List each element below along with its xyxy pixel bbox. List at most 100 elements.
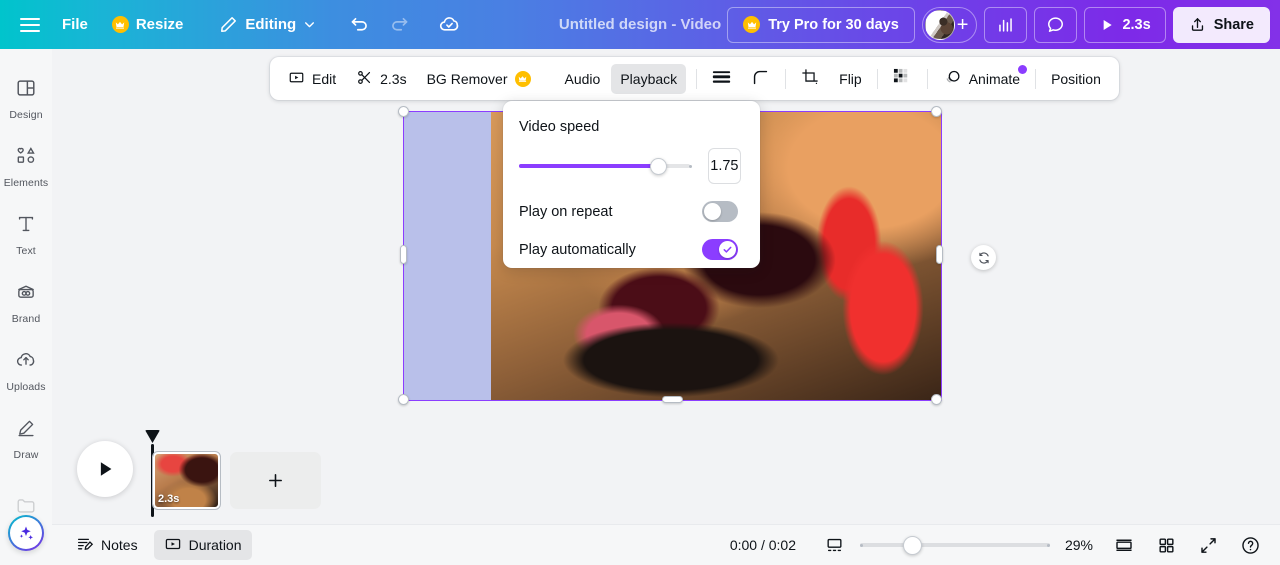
zoom-slider[interactable] xyxy=(860,535,1050,555)
play-automatically-row: Play automatically xyxy=(519,239,741,260)
sidebar-item-brand[interactable]: Brand xyxy=(0,269,52,337)
editing-mode-button[interactable]: Editing xyxy=(207,8,328,42)
resize-handle-top-right[interactable] xyxy=(931,106,942,117)
hamburger-menu-button[interactable] xyxy=(10,8,50,42)
toolbar-divider xyxy=(785,68,787,89)
sidebar-item-elements[interactable]: Elements xyxy=(0,133,52,201)
fullscreen-icon[interactable] xyxy=(1192,530,1224,560)
top-bar-left: File Resize Editing xyxy=(0,7,468,43)
toolbar-playback-button[interactable]: Playback xyxy=(611,63,687,94)
hamburger-icon xyxy=(20,17,40,32)
toolbar-position-button[interactable]: Position xyxy=(1042,64,1110,94)
video-speed-input[interactable]: 1.75 xyxy=(707,148,741,184)
element-toolbar: Edit 2.3s BG Remover Audio Playback Flip… xyxy=(270,57,1119,100)
present-button[interactable]: 2.3s xyxy=(1084,6,1166,43)
toolbar-transparency-button[interactable] xyxy=(703,64,740,94)
play-on-repeat-row: Play on repeat xyxy=(519,201,741,222)
resize-handle-bottom-left[interactable] xyxy=(398,394,409,405)
animate-icon xyxy=(943,68,962,90)
toolbar-divider xyxy=(1035,68,1037,89)
magic-sparkle-icon xyxy=(19,526,33,540)
pen-icon xyxy=(15,417,37,444)
help-icon[interactable] xyxy=(1234,530,1266,560)
toolbar-divider xyxy=(696,68,698,89)
sidebar-item-design[interactable]: Design xyxy=(0,65,52,133)
time-display: 0:00 / 0:02 xyxy=(729,537,796,553)
play-automatically-toggle[interactable] xyxy=(702,239,738,260)
plus-icon: + xyxy=(956,13,969,36)
rotate-icon[interactable] xyxy=(971,245,996,270)
sidebar-item-label: Uploads xyxy=(6,381,46,393)
cloud-upload-icon xyxy=(15,349,37,376)
add-page-button[interactable] xyxy=(230,452,321,509)
single-page-icon[interactable] xyxy=(1108,530,1140,560)
plus-icon xyxy=(269,474,282,487)
left-sidebar: Design Elements Text Brand Uploads Draw xyxy=(0,49,52,565)
resize-button[interactable]: Resize xyxy=(100,8,196,42)
bottom-bar-right: 0:00 / 0:02 29% xyxy=(730,530,1266,560)
cloud-saved-icon[interactable] xyxy=(430,7,468,43)
toolbar-audio-button[interactable]: Audio xyxy=(556,64,610,94)
toolbar-bg-remover-button[interactable]: BG Remover xyxy=(418,64,540,94)
toolbar-playback-label: Playback xyxy=(620,70,678,87)
toolbar-bg-remover-label: BG Remover xyxy=(426,70,508,87)
crown-icon xyxy=(111,16,129,33)
resize-handle-bottom-right[interactable] xyxy=(931,394,942,405)
resize-handle-top-left[interactable] xyxy=(398,106,409,117)
duration-label: Duration xyxy=(188,537,242,553)
crop-icon xyxy=(801,68,819,89)
redo-button[interactable] xyxy=(380,7,418,43)
video-speed-slider-thumb[interactable] xyxy=(649,157,667,175)
toolbar-animate-button[interactable]: Animate xyxy=(934,64,1029,94)
toolbar-crop-button[interactable] xyxy=(792,64,828,94)
grid-view-icon[interactable] xyxy=(1150,530,1182,560)
sidebar-item-label: Elements xyxy=(3,177,49,189)
undo-redo-group xyxy=(340,7,468,43)
duration-button[interactable]: Duration xyxy=(153,530,252,560)
check-icon xyxy=(723,246,732,253)
toolbar-flip-button[interactable]: Flip xyxy=(830,64,871,94)
toolbar-trim-button[interactable]: 2.3s xyxy=(347,64,415,94)
timeline-clip-1[interactable]: 2.3s xyxy=(152,451,221,510)
zoom-slider-thumb[interactable] xyxy=(902,535,922,555)
crown-icon xyxy=(514,70,531,87)
editing-label: Editing xyxy=(245,16,297,33)
share-button[interactable]: Share xyxy=(1172,6,1270,43)
notes-button[interactable]: Notes xyxy=(66,530,148,560)
animate-notification-dot xyxy=(1018,64,1028,74)
toolbar-effects-button[interactable] xyxy=(884,64,921,94)
clip-duration-label: 2.3s xyxy=(158,493,180,505)
toolbar-divider xyxy=(926,68,928,89)
video-speed-slider[interactable] xyxy=(519,157,692,175)
crown-icon xyxy=(743,16,761,33)
transparency-icon xyxy=(712,70,731,87)
resize-handle-left[interactable] xyxy=(400,245,407,264)
sidebar-item-uploads[interactable]: Uploads xyxy=(0,337,52,405)
toolbar-corner-radius-button[interactable] xyxy=(742,64,779,94)
sidebar-item-text[interactable]: Text xyxy=(0,201,52,269)
magic-studio-button[interactable] xyxy=(8,515,44,551)
toolbar-edit-button[interactable]: Edit xyxy=(279,64,345,94)
timeline-play-button[interactable] xyxy=(77,441,133,497)
resize-handle-right[interactable] xyxy=(936,245,943,264)
resize-handle-bottom[interactable] xyxy=(662,396,683,403)
play-on-repeat-toggle[interactable] xyxy=(702,201,738,222)
duration-icon xyxy=(164,535,182,556)
try-pro-button[interactable]: Try Pro for 30 days xyxy=(727,6,915,43)
design-title[interactable]: Untitled design - Video xyxy=(551,12,729,37)
file-menu-button[interactable]: File xyxy=(50,8,100,42)
insights-button[interactable] xyxy=(984,6,1028,43)
comments-button[interactable] xyxy=(1034,6,1078,43)
play-on-repeat-label: Play on repeat xyxy=(519,203,613,220)
timeline-view-icon[interactable] xyxy=(818,530,850,560)
avatar xyxy=(924,9,955,40)
present-duration-label: 2.3s xyxy=(1122,16,1151,33)
layout-icon xyxy=(15,77,37,104)
sidebar-item-label: Text xyxy=(16,245,36,257)
video-edit-icon xyxy=(288,69,305,89)
playhead-marker[interactable] xyxy=(145,430,160,443)
collaborators-button[interactable]: + xyxy=(921,6,978,43)
undo-button[interactable] xyxy=(340,7,378,43)
toggle-knob xyxy=(704,203,721,220)
sidebar-item-draw[interactable]: Draw xyxy=(0,405,52,473)
